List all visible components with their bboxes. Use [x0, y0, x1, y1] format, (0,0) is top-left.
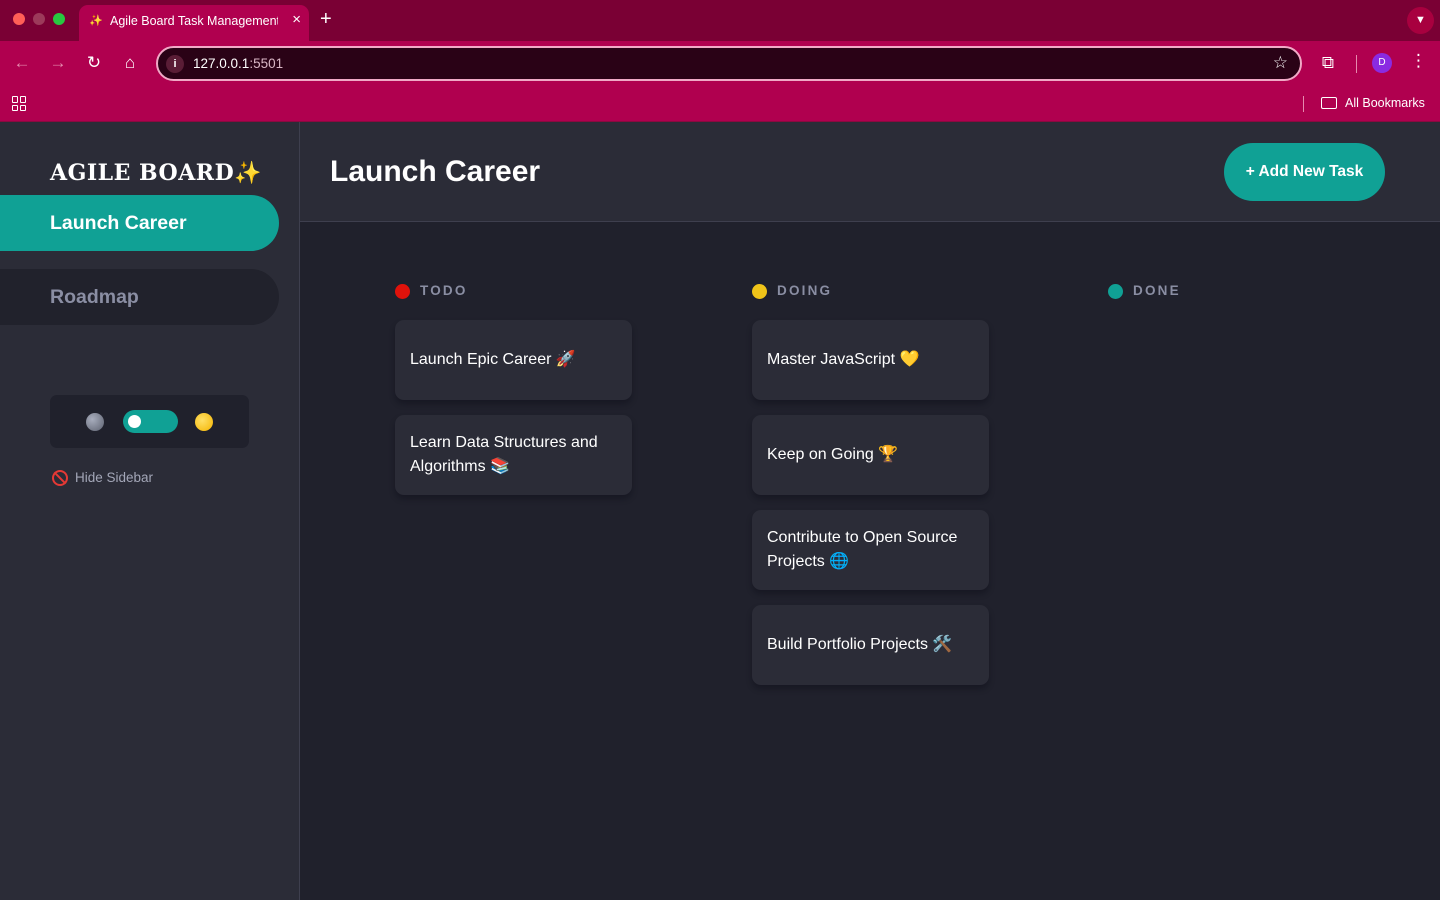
task-card[interactable]: Keep on Going 🏆 — [752, 415, 989, 495]
task-card[interactable]: Launch Epic Career 🚀 — [395, 320, 632, 400]
task-card[interactable]: Learn Data Structures and Algorithms 📚 — [395, 415, 632, 495]
task-card[interactable]: Contribute to Open Source Projects 🌐 — [752, 510, 989, 590]
add-new-task-button[interactable]: + Add New Task — [1224, 143, 1385, 201]
task-title: Launch Epic Career 🚀 — [410, 351, 576, 368]
sidebar-item-roadmap[interactable]: Roadmap — [0, 269, 279, 325]
task-title: Build Portfolio Projects 🛠️ — [767, 636, 953, 653]
extensions-puzzle-icon[interactable]: ⧉ — [1318, 53, 1338, 73]
app-logo: AGILE BOARD✨ — [50, 160, 262, 186]
close-window-button[interactable] — [13, 13, 25, 25]
column-done: DONE — [1108, 282, 1345, 300]
url-text: 127.0.0.1:5501 — [193, 56, 283, 71]
sun-icon — [195, 413, 213, 431]
browser-toolbar: ← → ↻ ⌂ i 127.0.0.1:5501 ☆ ⧉ D ⋮ — [0, 41, 1440, 86]
status-dot — [1108, 284, 1123, 299]
sparkle-favicon-icon: ✨ — [89, 15, 103, 27]
task-title: Keep on Going 🏆 — [767, 446, 899, 463]
tab-close-icon[interactable]: × — [292, 11, 301, 28]
board-header: Launch Career + Add New Task — [300, 122, 1440, 222]
page-title: Launch Career — [330, 155, 541, 188]
task-title: Learn Data Structures and Algorithms 📚 — [410, 434, 598, 475]
minimize-window-button[interactable] — [33, 13, 45, 25]
task-title: Contribute to Open Source Projects 🌐 — [767, 529, 958, 570]
bookmark-star-icon[interactable]: ☆ — [1273, 53, 1288, 73]
sparkle-icon: ✨ — [234, 160, 263, 186]
bookmarks-divider — [1303, 96, 1304, 112]
maximize-window-button[interactable] — [53, 13, 65, 25]
bookmarks-bar: All Bookmarks — [0, 86, 1440, 122]
status-dot — [752, 284, 767, 299]
site-info-icon[interactable]: i — [166, 55, 184, 73]
hide-sidebar-label: Hide Sidebar — [75, 470, 154, 485]
address-bar[interactable]: i 127.0.0.1:5501 ☆ — [156, 46, 1302, 81]
profile-avatar[interactable]: D — [1372, 53, 1392, 73]
theme-toggle[interactable] — [123, 410, 178, 433]
kebab-menu-icon[interactable]: ⋮ — [1410, 51, 1427, 71]
theme-switcher — [50, 395, 249, 448]
no-entry-icon — [52, 470, 68, 486]
home-icon[interactable]: ⌂ — [119, 52, 141, 74]
browser-tab[interactable]: ✨ Agile Board Task Management × — [79, 5, 309, 41]
sidebar: AGILE BOARD✨ Launch Career Roadmap Hide … — [0, 122, 300, 900]
toggle-knob — [128, 415, 141, 428]
task-card[interactable]: Master JavaScript 💛 — [752, 320, 989, 400]
folder-icon[interactable] — [1321, 97, 1337, 109]
task-card[interactable]: Build Portfolio Projects 🛠️ — [752, 605, 989, 685]
moon-icon — [86, 413, 104, 431]
column-label: DONE — [1133, 283, 1181, 298]
reload-icon[interactable]: ↻ — [83, 52, 105, 74]
new-tab-plus-icon[interactable]: + — [320, 8, 332, 31]
sidebar-item-launch-career[interactable]: Launch Career — [0, 195, 279, 251]
column-header: DOING — [752, 282, 989, 300]
back-arrow-icon[interactable]: ← — [11, 52, 33, 74]
tab-title: Agile Board Task Management — [110, 14, 278, 28]
column-header: TODO — [395, 282, 632, 300]
tab-search-chevron-icon[interactable]: ▼ — [1407, 7, 1434, 34]
browser-tabstrip: ✨ Agile Board Task Management × + ▼ — [0, 0, 1440, 41]
forward-arrow-icon[interactable]: → — [47, 52, 69, 74]
column-header: DONE — [1108, 282, 1345, 300]
column-label: DOING — [777, 283, 833, 298]
all-bookmarks-link[interactable]: All Bookmarks — [1345, 96, 1425, 110]
column-doing: DOING Master JavaScript 💛 Keep on Going … — [752, 282, 989, 685]
task-title: Master JavaScript 💛 — [767, 351, 920, 368]
url-host: 127.0.0.1 — [193, 56, 250, 71]
toolbar-divider — [1356, 55, 1357, 73]
status-dot — [395, 284, 410, 299]
url-port: :5501 — [249, 56, 284, 71]
column-todo: TODO Launch Epic Career 🚀 Learn Data Str… — [395, 282, 632, 495]
logo-text: AGILE BOARD — [50, 160, 235, 186]
column-label: TODO — [420, 283, 468, 298]
apps-grid-icon[interactable] — [12, 96, 27, 111]
